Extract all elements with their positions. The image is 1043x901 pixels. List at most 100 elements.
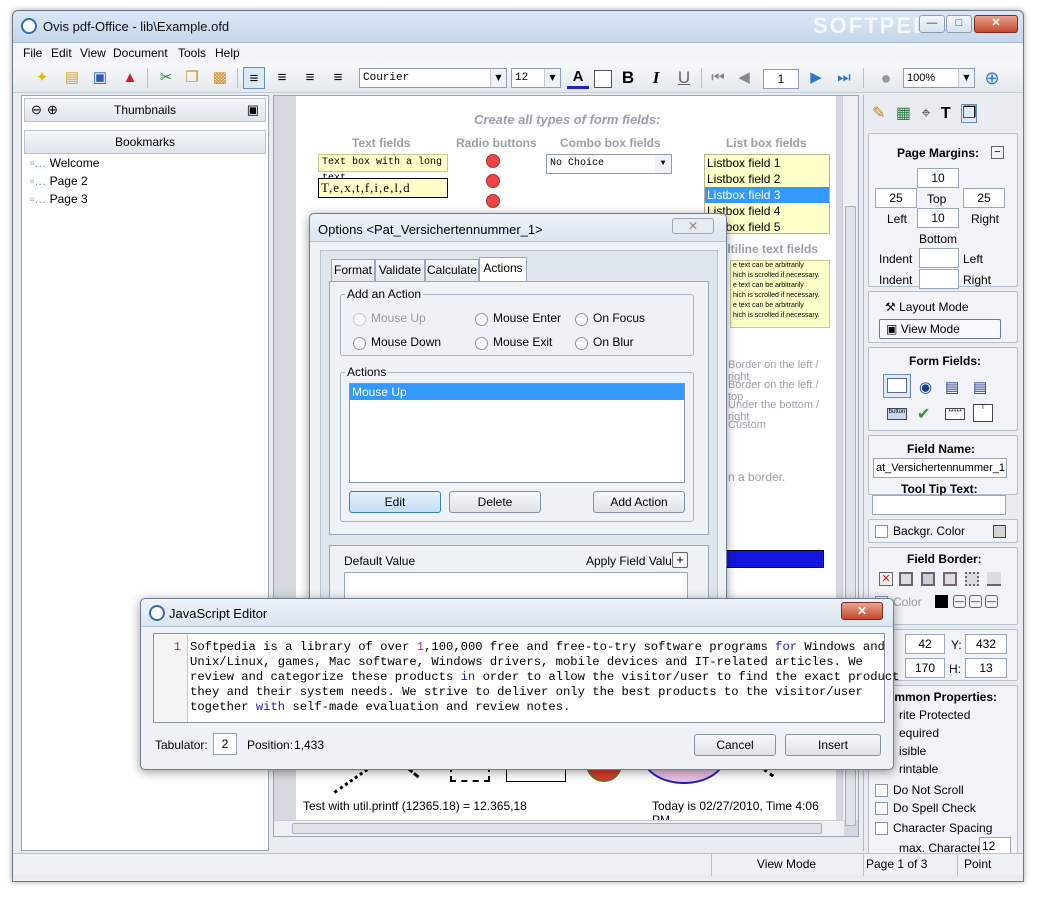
border-width-medium[interactable]: — xyxy=(969,595,982,608)
actions-list[interactable]: Mouse Up xyxy=(349,383,685,483)
zoom-combo[interactable]: 100% ▼ xyxy=(903,68,975,88)
indent-right-input[interactable] xyxy=(919,269,959,289)
margin-top-input[interactable]: 10 xyxy=(917,168,959,188)
font-combo[interactable]: Courier ▼ xyxy=(359,68,507,88)
justify-icon[interactable]: ≡ xyxy=(327,67,349,89)
listbox-item[interactable]: Listbox field 1 xyxy=(705,155,829,171)
bookmarks-header[interactable]: Bookmarks xyxy=(24,130,266,154)
insert-button[interactable]: Insert xyxy=(785,734,881,756)
first-page-icon[interactable]: ⏮ xyxy=(707,67,729,89)
beveled-border-icon[interactable] xyxy=(921,572,935,586)
underline-icon[interactable]: U xyxy=(673,67,695,89)
tab-format[interactable]: Format xyxy=(331,259,375,281)
open-folder-icon[interactable]: ▤ xyxy=(61,67,83,89)
radio-field[interactable] xyxy=(486,154,500,168)
h-input[interactable]: 13 xyxy=(965,658,1007,678)
margin-left-input[interactable]: 25 xyxy=(875,188,917,208)
align-right-icon[interactable]: ≡ xyxy=(299,67,321,89)
text-field-comb[interactable]: T,e,x,t,f,i,e,l,d xyxy=(318,178,448,198)
cut-icon[interactable]: ✂ xyxy=(155,67,177,89)
multiline-tool-icon[interactable]: T xyxy=(973,404,993,422)
close-button[interactable]: ✕ xyxy=(974,15,1018,33)
font-color-icon[interactable]: A xyxy=(567,67,589,89)
copy-icon[interactable]: ❐ xyxy=(181,67,203,89)
delete-button[interactable]: Delete xyxy=(449,491,541,513)
edit-button[interactable]: Edit xyxy=(349,491,441,513)
no-border-icon[interactable]: ✕ xyxy=(879,572,893,586)
align-center-icon[interactable]: ≡ xyxy=(271,67,293,89)
menu-edit[interactable]: Edit xyxy=(51,46,72,60)
text-field-long[interactable]: Text box with a long text xyxy=(318,154,448,184)
spell-check-checkbox[interactable] xyxy=(875,802,888,815)
radio-mouse-up[interactable] xyxy=(353,313,366,326)
field-name-input[interactable]: at_Versichertennummer_1 xyxy=(873,458,1007,478)
pencil-icon[interactable]: ✎ xyxy=(872,105,885,122)
pdf-export-icon[interactable]: ▲ xyxy=(119,67,141,89)
view-mode-button[interactable]: ▣ View Mode xyxy=(879,319,1001,339)
size-combo[interactable]: 12 ▼ xyxy=(511,68,561,88)
collapse-icon[interactable]: ⊖ xyxy=(31,99,42,121)
pane-toggle-icon[interactable]: ▣ xyxy=(247,99,259,121)
margin-right-input[interactable]: 25 xyxy=(963,188,1005,208)
inset-border-icon[interactable] xyxy=(943,572,957,586)
checkbox-tool-icon[interactable]: ✔ xyxy=(917,404,930,424)
prop-item[interactable]: rintable xyxy=(899,762,938,776)
list-tool-icon[interactable]: ▤ xyxy=(973,378,987,396)
js-editor-close-button[interactable]: ✕ xyxy=(841,602,883,620)
border-color-swatch[interactable] xyxy=(935,595,948,608)
y-input[interactable]: 432 xyxy=(965,634,1007,654)
tab-calculate[interactable]: Calculate xyxy=(425,259,479,281)
radio-mouse-enter[interactable] xyxy=(475,313,488,326)
tab-validate[interactable]: Validate xyxy=(375,259,425,281)
password-tool-icon[interactable]: ***** xyxy=(945,408,965,420)
radio-mouse-down[interactable] xyxy=(353,337,366,350)
w-input[interactable]: 170 xyxy=(905,658,945,678)
bgcolor-checkbox[interactable] xyxy=(875,525,888,538)
textfield-tool-button[interactable] xyxy=(883,374,911,398)
button-tool-icon[interactable]: button xyxy=(887,408,907,420)
image-icon[interactable]: ▦ xyxy=(896,105,911,122)
align-left-icon[interactable]: ≡ xyxy=(243,67,265,89)
layout-mode-button[interactable]: ⚒ Layout Mode xyxy=(885,300,969,314)
tab-actions[interactable]: Actions xyxy=(479,257,527,281)
crosshair-icon[interactable]: ⌖ xyxy=(921,105,930,122)
combo-tool-icon[interactable]: ▤ xyxy=(945,378,959,396)
minimize-button[interactable]: — xyxy=(919,15,945,33)
new-icon[interactable]: ✦ xyxy=(31,67,53,89)
tooltip-input[interactable] xyxy=(872,495,1006,515)
maximize-button[interactable]: □ xyxy=(946,15,972,33)
actions-list-item[interactable]: Mouse Up xyxy=(350,384,684,400)
save-icon[interactable]: ▣ xyxy=(89,67,111,89)
menu-file[interactable]: File xyxy=(23,46,42,60)
radio-mouse-exit[interactable] xyxy=(475,337,488,350)
zoom-out-icon[interactable]: ● xyxy=(875,67,897,89)
radio-field[interactable] xyxy=(486,174,500,188)
bookmark-item[interactable]: ▫… Welcome xyxy=(30,156,260,174)
page-number-input[interactable]: 1 xyxy=(763,69,799,89)
listbox-item-selected[interactable]: Listbox field 3 xyxy=(705,187,829,203)
tabulator-input[interactable]: 2 xyxy=(213,733,237,755)
options-close-button[interactable]: ✕ xyxy=(672,218,714,234)
collapse-icon[interactable]: − xyxy=(991,146,1004,159)
background-color-icon[interactable] xyxy=(594,70,612,88)
radio-on-blur[interactable] xyxy=(575,337,588,350)
radio-on-focus[interactable] xyxy=(575,313,588,326)
menu-view[interactable]: View xyxy=(80,46,106,60)
paste-icon[interactable]: ▩ xyxy=(209,67,231,89)
menu-tools[interactable]: Tools xyxy=(178,46,206,60)
bold-icon[interactable]: B xyxy=(617,67,639,89)
italic-icon[interactable]: I xyxy=(645,67,667,89)
menu-help[interactable]: Help xyxy=(215,46,240,60)
horizontal-scrollbar[interactable] xyxy=(274,820,844,836)
prop-item[interactable]: isible xyxy=(899,744,926,758)
scroll-thumb[interactable] xyxy=(292,823,822,834)
prev-page-icon[interactable]: ◀ xyxy=(733,67,755,89)
solid-border-icon[interactable] xyxy=(899,572,913,586)
radio-tool-icon[interactable]: ◉ xyxy=(919,378,932,396)
apply-value-button[interactable]: + xyxy=(672,552,688,568)
radio-field[interactable] xyxy=(486,194,500,208)
dashed-border-icon[interactable] xyxy=(965,572,979,586)
thumbnails-header[interactable]: ⊖ ⊕ Thumbnails ▣ xyxy=(24,98,266,122)
underline-border-icon[interactable] xyxy=(987,572,1001,586)
add-action-button[interactable]: Add Action xyxy=(593,491,685,513)
